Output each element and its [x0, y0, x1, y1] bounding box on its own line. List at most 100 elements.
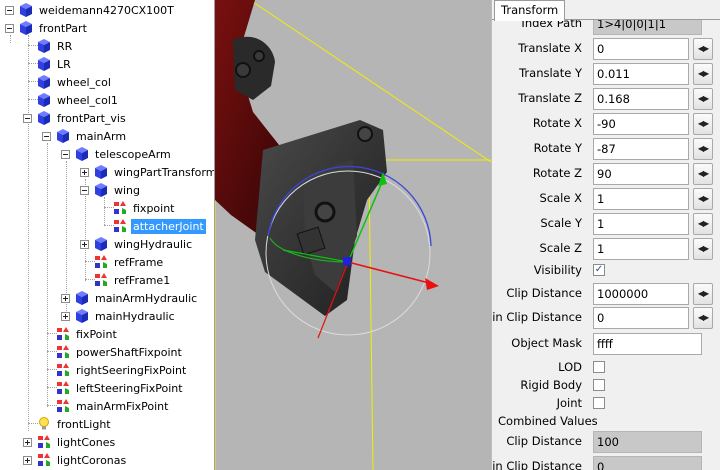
collapse-icon[interactable]	[23, 113, 32, 123]
transform-field-input[interactable]: 0.168	[593, 88, 689, 110]
collapse-icon[interactable]	[80, 185, 89, 195]
tree-node[interactable]: powerShaftFixpoint	[42, 343, 184, 361]
tree-node[interactable]: wheel_col	[23, 73, 113, 91]
visibility-checkbox[interactable]: ✓	[593, 264, 605, 276]
expand-icon[interactable]	[80, 167, 89, 177]
transform-field-label: Translate X	[518, 41, 582, 55]
tree-node[interactable]: rightSeeringFixPoint	[42, 361, 188, 379]
clip-distance-spin-button[interactable]: ◀▶	[693, 283, 713, 305]
tree-node[interactable]: RR	[23, 37, 74, 55]
tree-node-label: RR	[57, 39, 73, 53]
tree-node[interactable]: fixPoint	[42, 325, 119, 343]
spin-button[interactable]: ◀▶	[693, 88, 713, 110]
combined-min-clip-distance-row: Min Clip Distance 0	[492, 455, 720, 470]
collapse-icon[interactable]	[42, 131, 51, 141]
collapse-icon[interactable]	[61, 149, 70, 159]
transformgroup-icon	[113, 201, 131, 215]
bolt	[253, 50, 265, 62]
spin-button[interactable]: ◀▶	[693, 188, 713, 210]
expand-icon[interactable]	[61, 293, 70, 303]
tree-node-label: refFrame1	[114, 273, 171, 287]
tree-node[interactable]: lightCoronas	[23, 451, 128, 469]
3d-viewport[interactable]	[215, 0, 491, 470]
object-mask-field[interactable]: ffff	[593, 333, 702, 355]
joint-label: Joint	[556, 396, 582, 410]
expand-icon[interactable]	[23, 437, 32, 447]
cube-icon	[37, 38, 55, 54]
collapse-icon[interactable]	[5, 23, 14, 33]
tree-node[interactable]: frontLight	[23, 415, 113, 433]
transform-field-row: Translate Y 0.011 ◀▶	[492, 62, 720, 86]
rigid-body-checkbox[interactable]	[593, 379, 605, 391]
clip-distance-label: Clip Distance	[506, 286, 582, 300]
spin-button[interactable]: ◀▶	[693, 63, 713, 85]
lightbulb-icon	[37, 417, 55, 431]
joint-checkbox[interactable]	[593, 397, 605, 409]
tree-node[interactable]: mainArm	[42, 127, 128, 145]
visibility-row: Visibility ✓	[492, 259, 720, 283]
tree-node[interactable]: lightCones	[23, 433, 117, 451]
expand-icon[interactable]	[61, 311, 70, 321]
transform-field-input[interactable]: 0	[593, 38, 689, 60]
tree-node[interactable]: wheel_col1	[23, 91, 120, 109]
lod-checkbox[interactable]	[593, 361, 605, 373]
transform-field-input[interactable]: -87	[593, 138, 689, 160]
guide-line	[368, 174, 374, 470]
tree-node[interactable]: fixpoint	[99, 199, 177, 217]
transform-field-label: Rotate X	[532, 116, 582, 130]
transform-field-input[interactable]: 1	[593, 213, 689, 235]
spin-button[interactable]: ◀▶	[693, 38, 713, 60]
collapse-icon[interactable]	[5, 5, 14, 15]
bolt	[235, 62, 251, 78]
spin-button[interactable]: ◀▶	[693, 163, 713, 185]
tab-transform[interactable]: Transform	[494, 0, 566, 21]
cube-icon	[94, 182, 112, 198]
spin-button[interactable]: ◀▶	[693, 113, 713, 135]
cube-icon	[56, 128, 74, 144]
tree-node[interactable]: refFrame	[80, 253, 165, 271]
tree-node[interactable]: mainArmFixPoint	[42, 397, 170, 415]
tree-node-label: telescopeArm	[95, 147, 171, 161]
transform-field-input[interactable]: 0.011	[593, 63, 689, 85]
transform-field-label: Rotate Y	[533, 141, 582, 155]
expand-icon[interactable]	[80, 239, 89, 249]
min-clip-distance-field[interactable]: 0	[593, 307, 689, 329]
tree-node[interactable]: leftSteeringFixPoint	[42, 379, 185, 397]
transform-field-label: Scale Y	[540, 216, 582, 230]
transformgroup-icon	[94, 273, 112, 287]
tree-node[interactable]: wingHydraulic	[80, 235, 194, 253]
tree-node-label: wing	[114, 183, 141, 197]
transformgroup-icon	[56, 327, 74, 341]
tree-node[interactable]: LR	[23, 55, 73, 73]
transform-field-input[interactable]: 1	[593, 238, 689, 260]
expand-icon[interactable]	[23, 455, 32, 465]
tree-node[interactable]: wing	[80, 181, 142, 199]
scenegraph-tree[interactable]: weidemann4270CX100T frontPart RR LR wheel_co…	[0, 0, 215, 470]
tree-node-label: mainHydraulic	[95, 309, 175, 323]
cube-icon	[37, 56, 55, 72]
tree-node[interactable]: weidemann4270CX100T	[5, 1, 176, 19]
tree-node[interactable]: mainHydraulic	[61, 307, 177, 325]
tree-node[interactable]: refFrame1	[80, 271, 172, 289]
transform-field-input[interactable]: 1	[593, 188, 689, 210]
tree-node[interactable]: frontPart_vis	[23, 109, 128, 127]
min-clip-distance-spin-button[interactable]: ◀▶	[693, 307, 713, 329]
transform-field-input[interactable]: -90	[593, 113, 689, 135]
transform-field-input[interactable]: 90	[593, 163, 689, 185]
tree-node[interactable]: mainArmHydraulic	[61, 289, 199, 307]
transformgroup-icon	[56, 345, 74, 359]
tree-node[interactable]: attacherJoint	[99, 217, 206, 235]
transformgroup-icon	[113, 219, 131, 233]
tree-node[interactable]: telescopeArm	[61, 145, 173, 163]
tree-node[interactable]: frontPart	[5, 19, 89, 37]
spin-button[interactable]: ◀▶	[693, 138, 713, 160]
tree-node[interactable]: wingPartTransform	[80, 163, 214, 181]
cube-icon	[75, 290, 93, 306]
spin-button[interactable]: ◀▶	[693, 238, 713, 260]
rigid-body-label: Rigid Body	[520, 378, 582, 392]
spin-button[interactable]: ◀▶	[693, 213, 713, 235]
tree-node-label: wheel_col	[57, 75, 111, 89]
tree-node-label: powerShaftFixpoint	[76, 345, 182, 359]
transform-field-label: Translate Y	[519, 66, 582, 80]
clip-distance-field[interactable]: 1000000	[593, 283, 689, 305]
